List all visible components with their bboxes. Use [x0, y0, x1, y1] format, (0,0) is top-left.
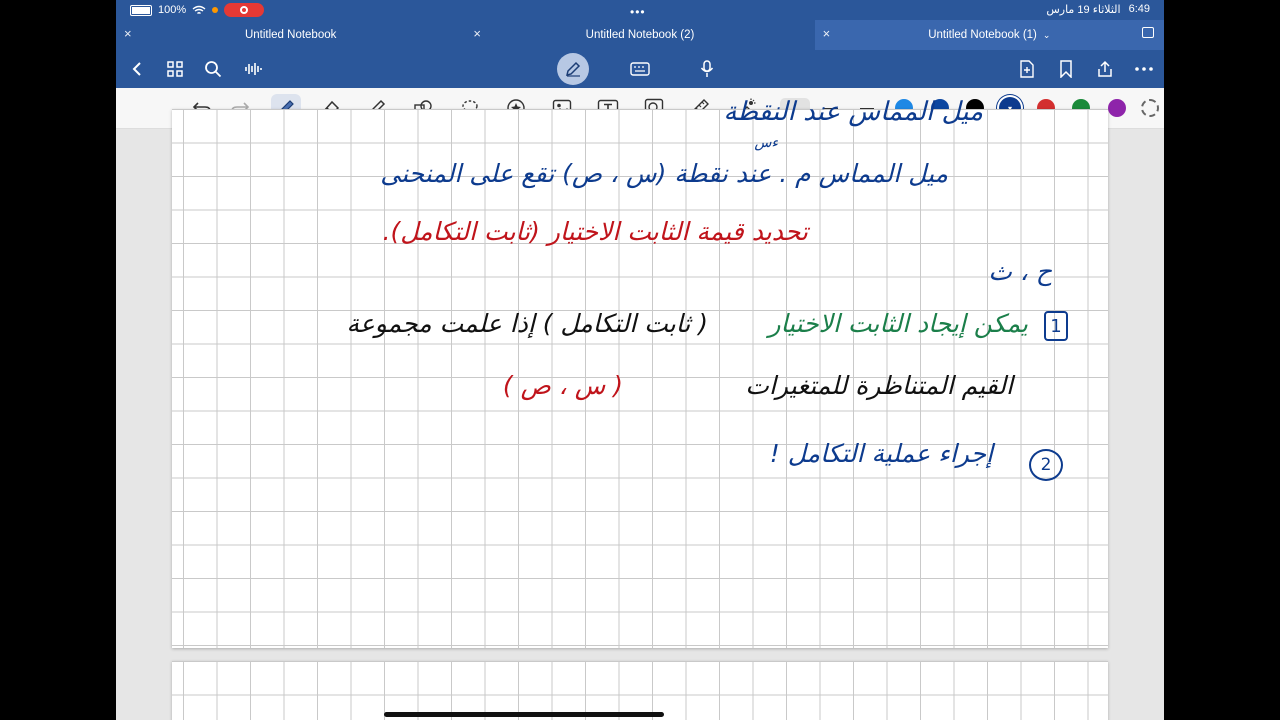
- share-icon[interactable]: [1094, 58, 1116, 80]
- microphone-icon[interactable]: [696, 58, 718, 80]
- chevron-down-icon[interactable]: ⌄: [1043, 30, 1051, 41]
- close-icon[interactable]: ×: [124, 26, 132, 41]
- handwriting-line: تحديد قيمة الثابت الاختيار (ثابت التكامل…: [382, 217, 808, 246]
- grid-icon[interactable]: [164, 58, 186, 80]
- handwriting-line: ميل المماس عند النقطة: [723, 97, 983, 127]
- tab-notebook-1[interactable]: × Untitled Notebook (1) ⌄: [814, 20, 1164, 50]
- step-number: 1: [1044, 311, 1068, 341]
- color-swatch-purple[interactable]: [1108, 99, 1126, 117]
- tab-title: Untitled Notebook: [244, 29, 337, 41]
- app-bar: [116, 50, 1164, 88]
- handwriting-line: إجراء عملية التكامل !: [769, 439, 993, 468]
- handwriting-line: يمكن إيجاد الثابت الاختيار: [768, 309, 1028, 338]
- tab-title: Untitled Notebook (1): [928, 29, 1037, 41]
- handwriting-line: القيم المتناظرة للمتغيرات: [745, 371, 1013, 400]
- handwriting-line: ءس: [754, 135, 778, 151]
- home-indicator[interactable]: [384, 712, 664, 717]
- handwriting-mode-button[interactable]: [557, 53, 589, 85]
- ipad-screen: 100% ••• الثلاثاء 19 مارس 6:49 × Untitle…: [116, 0, 1164, 720]
- battery-icon: [130, 4, 152, 16]
- color-swatch-more[interactable]: [1141, 99, 1159, 117]
- handwriting-line: ح ، ث: [988, 257, 1052, 286]
- tab-title: Untitled Notebook (2): [585, 29, 695, 41]
- pen-icon: [565, 61, 581, 77]
- battery-level: 100%: [158, 4, 187, 16]
- tab-notebook-2[interactable]: × Untitled Notebook (2): [465, 20, 814, 50]
- close-icon[interactable]: ×: [823, 26, 831, 41]
- wifi-icon: [192, 5, 206, 15]
- keyboard-icon[interactable]: [629, 58, 651, 80]
- top-bar: 100% ••• الثلاثاء 19 مارس 6:49 × Untitle…: [116, 0, 1164, 88]
- tab-notebook[interactable]: × Untitled Notebook: [116, 20, 465, 50]
- handwriting-line: ميل المماس م . عند نقطة (س ، ص) تقع على …: [380, 159, 948, 188]
- window-icon[interactable]: [1141, 27, 1154, 38]
- audio-waveform-icon[interactable]: [242, 58, 264, 80]
- step-number: 2: [1029, 449, 1063, 481]
- multitask-dots-icon[interactable]: •••: [630, 5, 646, 19]
- back-icon[interactable]: [126, 58, 148, 80]
- handwriting-line: ( س ، ص ): [502, 371, 623, 400]
- handwriting-line: ( ثابت التكامل ) إذا علمت مجموعة: [346, 309, 708, 338]
- bookmark-icon[interactable]: [1055, 58, 1077, 80]
- status-bar: 100% ••• الثلاثاء 19 مارس 6:49: [116, 0, 1164, 20]
- add-page-icon[interactable]: [1016, 58, 1038, 80]
- notebook-tabs: × Untitled Notebook × Untitled Notebook …: [116, 20, 1164, 50]
- more-icon[interactable]: [1133, 58, 1155, 80]
- notebook-page[interactable]: ميل المماس عند النقطة ءس ميل المماس م . …: [172, 97, 1108, 648]
- search-icon[interactable]: [202, 58, 224, 80]
- orange-dot-icon: [212, 7, 219, 13]
- notebook-canvas[interactable]: ميل المماس عند النقطة ءس ميل المماس م . …: [116, 97, 1164, 720]
- screen-record-icon[interactable]: [224, 3, 265, 17]
- status-time: 6:49: [1128, 3, 1150, 15]
- close-icon[interactable]: ×: [473, 26, 481, 41]
- status-date: الثلاثاء 19 مارس: [1046, 4, 1121, 16]
